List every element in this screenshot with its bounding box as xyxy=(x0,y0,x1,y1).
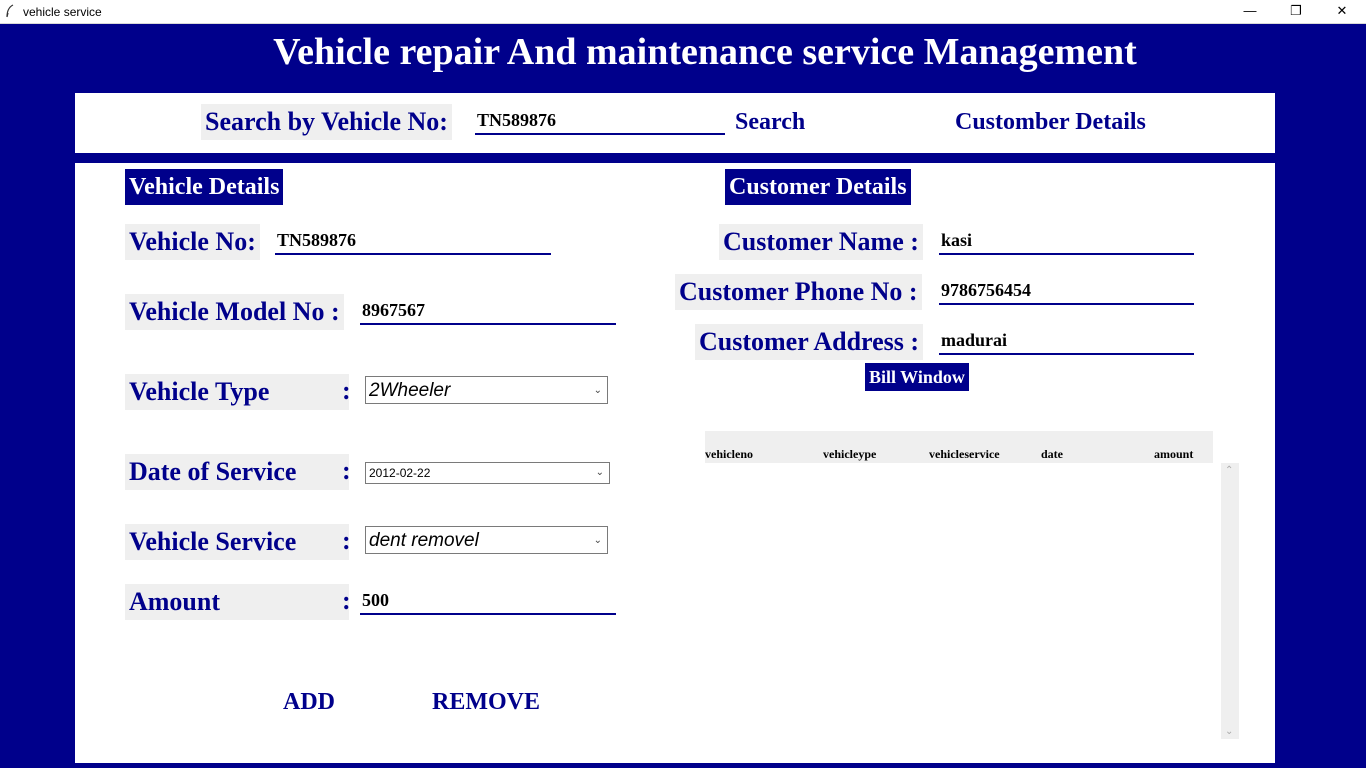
column-vehicleno[interactable]: vehicleno xyxy=(705,447,753,462)
vehicle-service-select[interactable]: dent removel ⌄ xyxy=(365,526,608,554)
remove-button[interactable]: REMOVE xyxy=(432,689,540,716)
service-colon: : xyxy=(342,526,351,555)
customer-name-field[interactable]: kasi xyxy=(939,227,1194,255)
vehicle-service-label: Vehicle Service xyxy=(125,524,349,560)
vehicle-details-header: Vehicle Details xyxy=(125,169,284,205)
date-of-service-label: Date of Service xyxy=(125,454,349,490)
column-amount[interactable]: amount xyxy=(1154,447,1193,462)
customer-details-button[interactable]: Customber Details xyxy=(955,109,1146,136)
customer-phone-label: Customer Phone No : xyxy=(675,274,922,310)
search-button[interactable]: Search xyxy=(735,109,805,136)
app-title: Vehicle repair And maintenance service M… xyxy=(273,31,1137,73)
maximize-button[interactable]: ❐ xyxy=(1273,0,1319,23)
chevron-down-icon: ⌄ xyxy=(593,535,602,546)
close-button[interactable]: ✕ xyxy=(1319,0,1365,23)
column-date[interactable]: date xyxy=(1041,447,1063,462)
vehicle-model-label: Vehicle Model No : xyxy=(125,294,344,330)
vehicle-no-label: Vehicle No: xyxy=(125,224,260,260)
scroll-down-icon[interactable]: ⌄ xyxy=(1225,726,1233,737)
column-vehicleservice[interactable]: vehicleservice xyxy=(929,447,1000,462)
column-vehicleype[interactable]: vehicleype xyxy=(823,447,876,462)
vehicle-type-label: Vehicle Type xyxy=(125,374,349,410)
customer-address-label: Customer Address : xyxy=(695,324,924,360)
window-title: vehicle service xyxy=(23,5,102,19)
table-scrollbar[interactable]: ⌃ ⌄ xyxy=(1221,463,1239,739)
add-button[interactable]: ADD xyxy=(283,689,335,716)
window-titlebar: vehicle service — ❐ ✕ xyxy=(0,0,1366,24)
search-input[interactable]: TN589876 xyxy=(475,107,725,135)
amount-field[interactable]: 500 xyxy=(360,587,616,615)
customer-name-label: Customer Name : xyxy=(719,224,923,260)
customer-address-field[interactable]: madurai xyxy=(939,327,1194,355)
vehicle-type-colon: : xyxy=(342,376,351,405)
amount-colon: : xyxy=(342,586,351,615)
vehicle-type-value: 2Wheeler xyxy=(369,380,451,401)
date-colon: : xyxy=(342,456,351,485)
customer-details-header: Customer Details xyxy=(725,169,911,205)
main-panel: Vehicle Details Vehicle No: TN589876 Veh… xyxy=(75,163,1275,763)
customer-phone-field[interactable]: 9786756454 xyxy=(939,277,1194,305)
search-panel: Search by Vehicle No: TN589876 Search Cu… xyxy=(75,93,1275,153)
search-label: Search by Vehicle No: xyxy=(201,104,452,140)
bill-window-button[interactable]: Bill Window xyxy=(865,363,969,391)
feather-icon xyxy=(6,4,14,18)
vehicle-model-field[interactable]: 8967567 xyxy=(360,297,616,325)
table-header: vehicleno vehicleype vehicleservice date… xyxy=(705,431,1213,463)
amount-label: Amount xyxy=(125,584,349,620)
date-value: 2012-02-22 xyxy=(369,466,431,480)
vehicle-no-field[interactable]: TN589876 xyxy=(275,227,551,255)
minimize-button[interactable]: — xyxy=(1227,0,1273,23)
date-of-service-picker[interactable]: 2012-02-22 ⌄ xyxy=(365,462,610,484)
chevron-down-icon: ⌄ xyxy=(593,385,602,396)
vehicle-service-value: dent removel xyxy=(369,530,479,551)
scroll-up-icon[interactable]: ⌃ xyxy=(1225,465,1233,476)
chevron-down-icon: ⌄ xyxy=(595,467,604,478)
vehicle-type-select[interactable]: 2Wheeler ⌄ xyxy=(365,376,608,404)
